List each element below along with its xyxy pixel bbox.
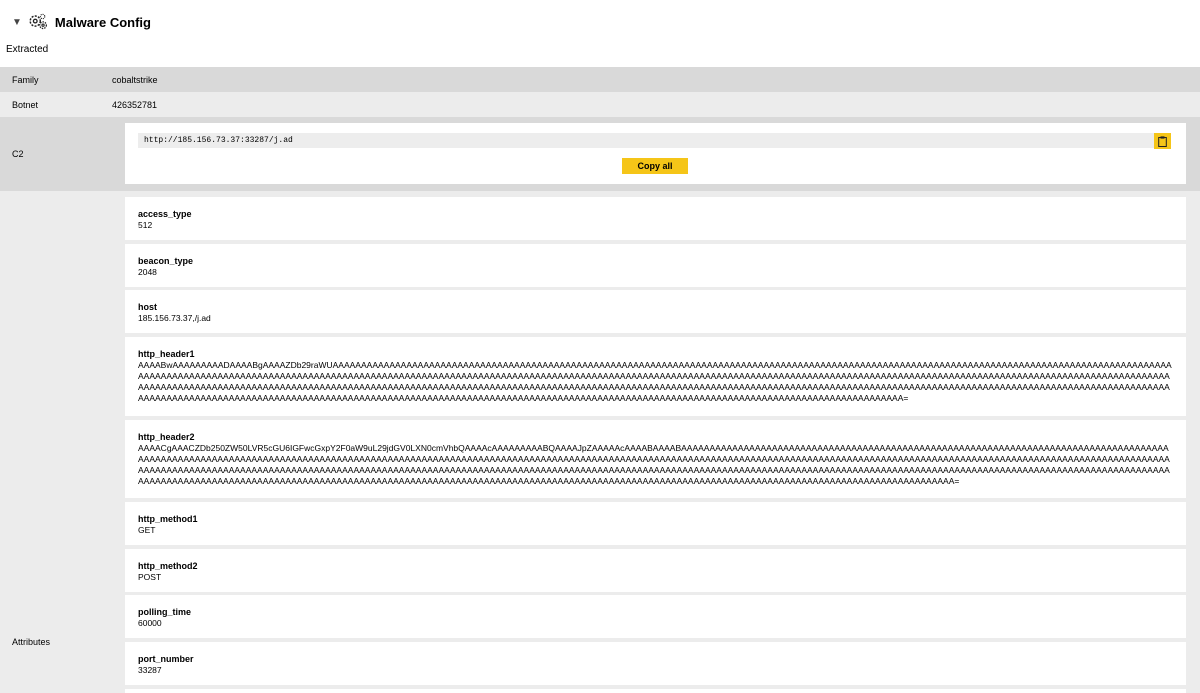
clipboard-icon [1158,135,1167,147]
c2-url[interactable]: http://185.156.73.37:33287/j.ad [138,133,1170,148]
attr-value: POST [138,572,162,582]
attr-key: http_header1 [138,349,195,359]
attr-card-partial [125,689,1186,693]
family-label: Family [12,74,39,85]
extracted-heading: Extracted [6,44,49,55]
attr-card-http-method1: http_method1 GET [125,502,1186,545]
attr-key: beacon_type [138,256,194,266]
attr-card-http-method2: http_method2 POST [125,549,1186,592]
attr-value: 2048 [138,267,157,277]
botnet-row: Botnet 426352781 [0,92,1200,117]
attr-key: access_type [138,209,192,219]
gears-icon [29,13,47,30]
attr-key: http_method2 [138,561,198,571]
attr-card-beacon-type: beacon_type 2048 [125,244,1186,287]
attr-value: 512 [138,220,153,230]
attr-value: 185.156.73.37,/j.ad [138,313,211,323]
copy-all-button[interactable]: Copy all [622,158,688,174]
attr-key: http_header2 [138,432,195,442]
botnet-label: Botnet [12,99,39,110]
collapse-caret-icon[interactable]: ▼ [12,17,22,28]
attr-value: 33287 [138,665,162,675]
family-row: Family cobaltstrike [0,67,1200,92]
attr-value: AAAABwAAAAAAAAADAAAABgAAAAZDb29raWUAAAAA… [138,360,1172,403]
botnet-value: 426352781 [112,99,158,110]
attributes-label: Attributes [12,637,51,647]
attr-card-access-type: access_type 512 [125,197,1186,240]
attr-key: polling_time [138,607,192,617]
page-title: Malware Config [54,14,151,30]
attr-key: host [138,302,157,312]
c2-label: C2 [12,149,24,159]
section-header[interactable]: ▼ Malware Config [0,0,1200,44]
attr-key: http_method1 [138,514,198,524]
attr-card-http-header2: http_header2 AAAACgAAACZDb250ZW50LVR5cGU… [125,420,1186,498]
copy-url-button[interactable] [1154,133,1171,149]
attr-card-port-number: port_number 33287 [125,642,1186,685]
c2-panel: http://185.156.73.37:33287/j.ad Copy all [125,123,1186,184]
attr-value: AAAACgAAACZDb250ZW50LVR5cGU6IGFwcGxpY2F0… [138,443,1170,486]
attr-card-host: host 185.156.73.37,/j.ad [125,290,1186,333]
attr-value: 60000 [138,618,162,628]
attr-card-polling-time: polling_time 60000 [125,595,1186,638]
attr-key: port_number [138,654,194,664]
attr-value: GET [138,525,156,535]
family-value: cobaltstrike [112,74,158,85]
attr-card-http-header1: http_header1 AAAABwAAAAAAAAADAAAABgAAAAZ… [125,337,1186,416]
